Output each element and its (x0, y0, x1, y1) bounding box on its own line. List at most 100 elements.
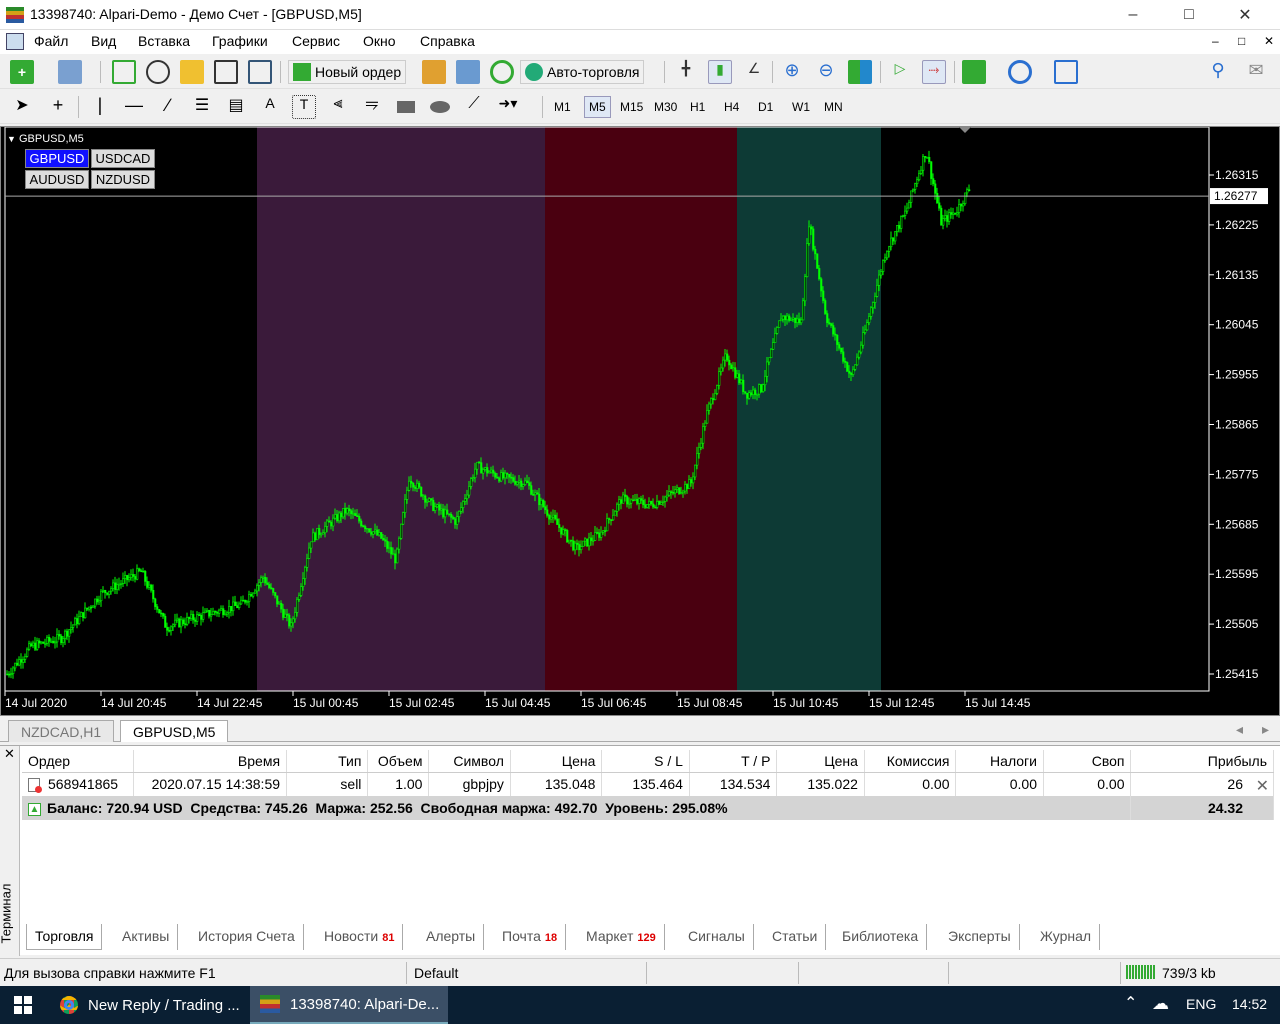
child-minimize-button[interactable]: – (1212, 34, 1219, 48)
market-watch-icon[interactable] (112, 60, 136, 84)
fibonacci-icon[interactable]: ▤ (224, 95, 248, 119)
menu-insert[interactable]: Вставка (138, 33, 190, 49)
column-header[interactable]: Комиссия (864, 750, 957, 773)
price-chart[interactable]: 1.26315 1.26225 1.26135 1.26045 1.25955 1.258… (0, 126, 1280, 716)
menu-window[interactable]: Окно (363, 33, 396, 49)
menu-charts[interactable]: Графики (212, 33, 268, 49)
terminal-tab[interactable]: Статьи (764, 924, 827, 950)
start-button[interactable] (0, 986, 46, 1024)
onedrive-icon[interactable]: ☁ (1152, 994, 1169, 1014)
new-chart-icon[interactable]: + (10, 60, 34, 84)
maximize-button[interactable]: □ (1166, 0, 1212, 30)
periods-icon[interactable] (1008, 60, 1032, 84)
chart-shift-icon[interactable]: ▷ (888, 60, 912, 84)
fibo-arc-icon[interactable]: ⥭ (360, 95, 384, 119)
terminal-close-icon[interactable]: ✕ (4, 746, 15, 762)
text-icon[interactable]: A (258, 95, 282, 119)
terminal-icon[interactable] (214, 60, 238, 84)
minimize-button[interactable]: – (1110, 0, 1156, 30)
arrows-icon[interactable]: ➜▾ (496, 95, 520, 119)
column-header[interactable]: Своп (1043, 750, 1132, 773)
terminal-tab[interactable]: Маркет 129 (578, 924, 665, 950)
child-close-button[interactable]: ✕ (1264, 34, 1274, 48)
symbol-button-usdcad[interactable]: USDCAD (91, 149, 155, 168)
fibo-fan-icon[interactable]: ⫷ (326, 95, 350, 119)
terminal-tab[interactable]: Сигналы (680, 924, 754, 950)
order-row[interactable]: 568941865 2020.07.15 14:38:59 sell 1.00 … (22, 772, 1274, 796)
terminal-tab[interactable]: Алерты (418, 924, 485, 950)
menu-view[interactable]: Вид (91, 33, 116, 49)
autoscroll-icon[interactable]: ⤑ (922, 60, 946, 84)
taskbar-item-browser[interactable]: New Reply / Trading ... (50, 986, 244, 1024)
candlestick-icon[interactable]: ▮ (708, 60, 732, 84)
rectangle-icon[interactable] (394, 95, 418, 119)
column-header[interactable]: S / L (601, 750, 690, 773)
tab-scroll-right-icon[interactable]: ▸ (1262, 721, 1269, 738)
new-order-button[interactable]: Новый ордер (288, 60, 407, 84)
strategy-tester-icon[interactable] (248, 60, 272, 84)
signals-icon[interactable] (490, 60, 514, 84)
equidistant-channel-icon[interactable]: ☰ (190, 95, 214, 119)
templates-icon[interactable] (1054, 60, 1078, 84)
timeframe-h4[interactable]: H4 (720, 96, 743, 118)
close-button[interactable]: ✕ (1222, 0, 1268, 30)
column-header[interactable]: Ордер (22, 750, 135, 773)
timeframe-m1[interactable]: M1 (550, 96, 575, 118)
gann-icon[interactable]: ⟋ (462, 95, 486, 119)
crosshair-icon[interactable]: + (46, 95, 70, 119)
column-header[interactable]: Тип (286, 750, 369, 773)
line-chart-icon[interactable]: ∠ (742, 60, 766, 84)
ellipse-icon[interactable] (428, 95, 452, 119)
symbol-button-gbpusd[interactable]: GBPUSD (25, 149, 89, 168)
zoom-out-icon[interactable]: ⊖ (814, 60, 838, 84)
indicators-icon[interactable] (962, 60, 986, 84)
terminal-tab[interactable]: Активы (114, 924, 179, 950)
chat-icon[interactable]: ✉ (1244, 60, 1268, 84)
chart-tab-nzdcad[interactable]: NZDCAD,H1 (8, 720, 115, 742)
timeframe-d1[interactable]: D1 (754, 96, 777, 118)
taskbar-item-terminal[interactable]: 13398740: Alpari-De... (250, 986, 448, 1024)
terminal-tab[interactable]: Эксперты (940, 924, 1020, 950)
menu-file[interactable]: Файл (34, 33, 68, 49)
horizontal-line-icon[interactable]: — (122, 95, 146, 119)
timeframe-w1[interactable]: W1 (788, 96, 814, 118)
timeframe-m15[interactable]: M15 (616, 96, 647, 118)
status-profile[interactable]: Default (414, 965, 458, 981)
timeframe-mn[interactable]: MN (820, 96, 847, 118)
child-restore-button[interactable]: □ (1238, 34, 1245, 48)
terminal-tab[interactable]: Почта 18 (494, 924, 567, 950)
tab-scroll-left-icon[interactable]: ◂ (1236, 721, 1243, 738)
close-order-icon[interactable]: ✕ (1256, 776, 1269, 796)
meta-editor-icon[interactable] (422, 60, 446, 84)
bar-chart-icon[interactable]: ╋ (674, 60, 698, 84)
timeframe-m30[interactable]: M30 (650, 96, 681, 118)
terminal-tab[interactable]: История Счета (190, 924, 304, 950)
terminal-tab[interactable]: Новости 81 (316, 924, 404, 950)
column-header[interactable]: Цена (776, 750, 865, 773)
column-header[interactable]: Символ (428, 750, 511, 773)
tile-windows-icon[interactable] (848, 60, 872, 84)
profiles-icon[interactable] (58, 60, 82, 84)
text-label-icon[interactable]: T (292, 95, 316, 119)
timeframe-h1[interactable]: H1 (686, 96, 709, 118)
vertical-line-icon[interactable]: | (88, 95, 112, 119)
cursor-icon[interactable]: ➤ (10, 95, 34, 119)
symbol-button-audusd[interactable]: AUDUSD (25, 170, 89, 189)
data-window-icon[interactable] (146, 60, 170, 84)
clock[interactable]: 14:52 (1232, 996, 1267, 1012)
zoom-in-icon[interactable]: ⊕ (780, 60, 804, 84)
menu-help[interactable]: Справка (420, 33, 475, 49)
column-header[interactable]: T / P (689, 750, 778, 773)
column-header[interactable]: Время (133, 750, 288, 773)
connection-icon[interactable] (1126, 965, 1156, 979)
column-header[interactable]: Прибыль (1130, 750, 1274, 773)
autotrading-button[interactable]: Авто-торговля (520, 60, 645, 84)
terminal-tab[interactable]: Библиотека (834, 924, 928, 950)
navigator-icon[interactable] (180, 60, 204, 84)
menu-tools[interactable]: Сервис (292, 33, 340, 49)
column-header[interactable]: Цена (510, 750, 603, 773)
terminal-tab[interactable]: Торговля (26, 924, 103, 950)
language-indicator[interactable]: ENG (1186, 996, 1216, 1012)
terminal-tab[interactable]: Журнал (1032, 924, 1101, 950)
vps-icon[interactable] (456, 60, 480, 84)
